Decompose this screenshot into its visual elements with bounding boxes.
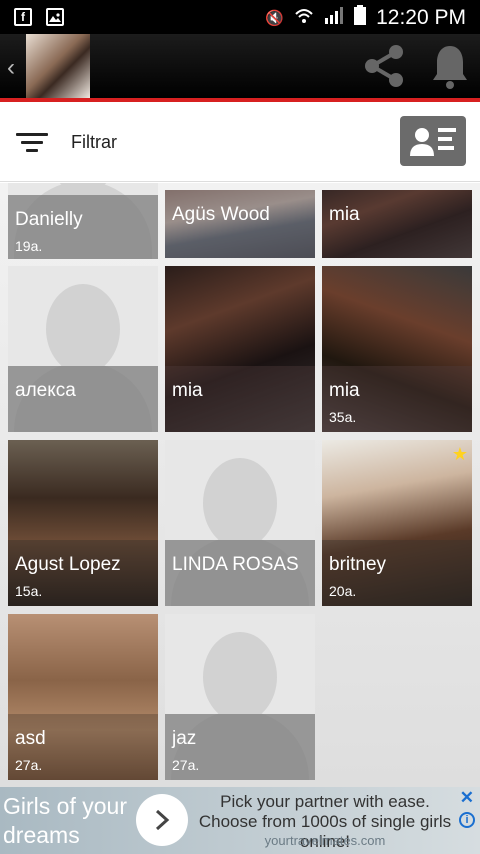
profile-name: mia <box>329 204 360 225</box>
info-icon[interactable]: i <box>459 812 475 828</box>
ad-url: yourtravelmates.com <box>264 833 386 848</box>
app-bar: ‹ <box>0 34 480 98</box>
profile-age: 20a. <box>329 583 357 599</box>
profile-name: Danielly <box>15 209 83 230</box>
profile-card[interactable]: LINDA ROSAS <box>165 440 315 606</box>
profile-name: mia <box>172 380 203 401</box>
profile-card[interactable]: Danielly 19a. <box>8 183 158 259</box>
profile-name: asd <box>15 728 46 749</box>
share-icon[interactable] <box>360 42 408 95</box>
profile-name: jaz <box>172 728 197 749</box>
profile-grid: Danielly 19a. Agüs Wood mia алекса mia m… <box>0 183 480 787</box>
status-bar: f 🔇 12:20 PM <box>0 0 480 34</box>
profile-card[interactable]: asd 27a. <box>8 614 158 780</box>
profile-card[interactable]: Agust Lopez 15a. <box>8 440 158 606</box>
filter-label[interactable]: Filtrar <box>71 132 117 153</box>
profile-age: 15a. <box>15 583 43 599</box>
signal-icon <box>324 6 344 30</box>
profile-card[interactable]: jaz 27a. <box>165 614 315 780</box>
profile-card[interactable]: ★ britney 20a. <box>322 440 472 606</box>
contact-card-icon[interactable] <box>400 116 466 166</box>
filter-bar: Filtrar <box>0 102 480 182</box>
profile-age: 35a. <box>329 409 357 425</box>
wifi-icon <box>294 7 314 29</box>
profile-card[interactable]: алекса <box>8 266 158 432</box>
profile-name: Agust Lopez <box>15 554 121 575</box>
notification-bell-icon[interactable] <box>430 42 470 95</box>
mute-icon: 🔇 <box>265 10 285 27</box>
profile-card[interactable]: Agüs Wood <box>165 190 315 258</box>
ad-headline: Girls of your dreams <box>3 793 127 848</box>
facebook-icon: f <box>14 8 32 26</box>
user-avatar[interactable] <box>26 34 90 98</box>
profile-card[interactable]: mia <box>165 266 315 432</box>
profile-name: britney <box>329 554 387 575</box>
back-icon[interactable]: ‹ <box>7 54 15 82</box>
battery-icon <box>354 5 367 31</box>
star-icon: ★ <box>451 444 468 464</box>
profile-name: алекса <box>15 380 76 401</box>
profile-name: Agüs Wood <box>172 204 270 225</box>
image-icon <box>46 8 64 26</box>
profile-age: 27a. <box>172 757 200 773</box>
profile-age: 19a. <box>15 238 43 254</box>
profile-name: mia <box>329 380 360 401</box>
ad-banner[interactable]: Girls of your dreams Pick your partner w… <box>0 787 480 854</box>
chevron-right-icon[interactable] <box>136 794 188 846</box>
profile-card[interactable]: mia <box>322 190 472 258</box>
profile-age: 27a. <box>15 757 43 773</box>
clock: 12:20 PM <box>376 6 466 29</box>
profile-name: LINDA ROSAS <box>172 554 299 575</box>
profile-card[interactable]: mia 35a. <box>322 266 472 432</box>
filter-icon[interactable] <box>16 131 48 155</box>
close-icon[interactable]: ✕ <box>460 788 474 808</box>
